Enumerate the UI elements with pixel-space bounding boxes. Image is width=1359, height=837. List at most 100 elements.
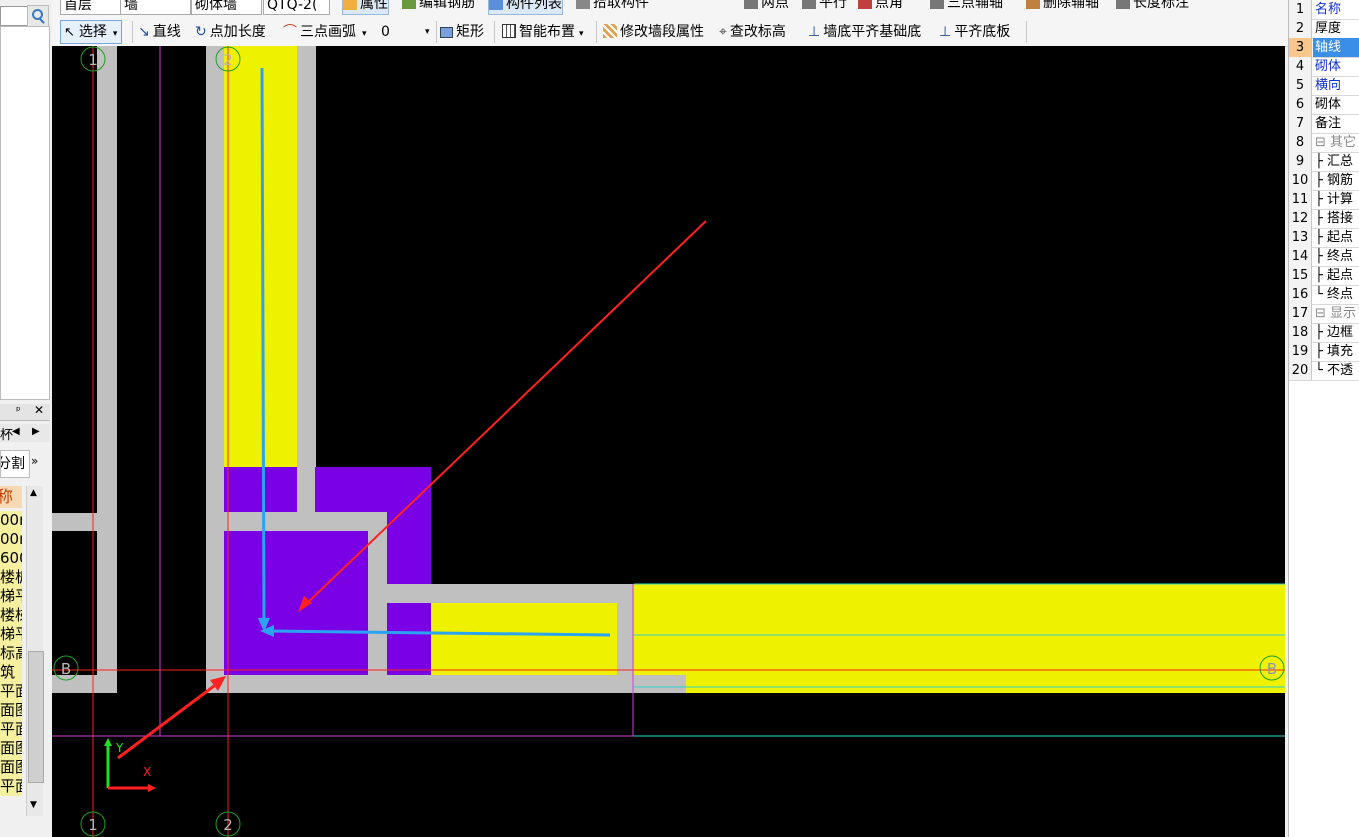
property-row[interactable]: 8 ⊟ 其它 [1289,133,1359,153]
list-item[interactable]: 面图 [0,701,22,720]
axis-label-2-top: 2 [223,51,233,69]
property-row[interactable]: 12 ├ 搭接 [1289,209,1359,229]
check-elevation-button[interactable]: ⌖ 查改标高 [719,22,786,42]
property-name: ├ 终点 [1315,249,1353,264]
property-row[interactable]: 20 └ 不透 [1289,361,1359,381]
property-row[interactable]: 2 厚度 [1289,19,1359,39]
list-item[interactable]: 600 [0,549,22,568]
property-row[interactable]: 6 砌体 [1289,95,1359,115]
row-number: 14 [1289,247,1312,266]
attr-button[interactable]: 属性 [342,0,389,15]
property-row[interactable]: 10 ├ 钢筋 [1289,171,1359,191]
property-row[interactable]: 18 ├ 边框 [1289,323,1359,343]
list-item[interactable]: 梯平 [0,625,22,644]
point-length-button[interactable]: ↻ 点加长度 [195,22,266,42]
property-row[interactable]: 17 ⊟ 显示 [1289,304,1359,324]
drawing-canvas[interactable]: 1 2 1 2 B B Y X [52,46,1285,837]
tab-next-icon[interactable]: ▶ [32,426,40,437]
panel-header: ᵖ ✕ [0,403,50,421]
left-wall-stub [52,513,99,531]
two-points-button[interactable]: 两点 [744,0,789,13]
property-row[interactable]: 19 ├ 填充 [1289,342,1359,362]
panel-tabs: 杯 ◀ ▶ [0,424,50,443]
subtype-select[interactable]: 砌体墙 [191,0,262,15]
list-scrollbar[interactable]: ▲ ▼ [26,486,44,816]
list-item[interactable]: 楼板 [0,568,22,587]
toolbar-main: ↖ 选择 ▾ ↘ 直线 ↻ 点加长度 ⌒ 三点画弧 ▾ 0 ▾ 矩形 智能布置 ▾ 修改墙段属性… [52,18,1288,47]
three-point-arc-button[interactable]: ⌒ 三点画弧 ▾ [283,22,367,44]
pick-icon [576,0,590,9]
row-number: 20 [1289,361,1312,380]
angle-icon [858,0,872,9]
floor-select[interactable]: 首层 [60,0,121,15]
property-row[interactable]: 5 横向 [1289,76,1359,96]
row-number: 6 [1289,95,1312,114]
row-number: 10 [1289,171,1312,190]
list-item[interactable]: 面图 [0,758,22,777]
arc-value-select[interactable]: 0 ▾ [381,22,431,42]
component-list-button[interactable]: 构件列表 [488,0,563,15]
list-item[interactable]: 平面 [0,777,22,796]
red-arrow-long [301,220,707,609]
flush-bottom-button[interactable]: ⊥ 平齐底板 [939,22,1010,42]
property-row[interactable]: 16 └ 终点 [1289,285,1359,305]
list-item[interactable]: 平面 [0,720,22,739]
component-select[interactable]: QTQ-2( [263,0,330,15]
type-select[interactable]: 墙 [120,0,191,15]
rect-button[interactable]: 矩形 [440,22,484,42]
length-mark-button[interactable]: 长度标注 [1116,0,1189,13]
point-angle-button[interactable]: 点角 [858,0,903,13]
property-row[interactable]: 1 名称 [1289,0,1359,20]
line-button[interactable]: ↘ 直线 [138,22,181,42]
property-row[interactable]: 3 轴线 [1289,38,1359,58]
chevron-down-icon: ▾ [112,29,118,39]
search-input[interactable] [0,6,28,26]
property-name: ├ 边框 [1315,325,1353,340]
property-row[interactable]: 4 砌体 [1289,57,1359,77]
axis-label-b-right: B [1267,660,1277,678]
property-grid: 1 名称 2 厚度 3 轴线 4 砌体 5 横向 6 砌体 7 备注 8 ⊟ 其它 9 ├ 汇总 10 ├ 钢筋 11 ├… [1288,0,1359,837]
property-name: ├ 起点 [1315,268,1353,283]
edit-rebar-button[interactable]: 编辑钢筋 [402,0,475,13]
three-point-aux-button[interactable]: 三点辅轴 [930,0,1003,13]
list-item[interactable]: 标高 [0,644,22,663]
row-number: 19 [1289,342,1312,361]
delete-aux-button[interactable]: 删除辅轴 [1026,0,1099,13]
wall-bottom-align-button[interactable]: ⊥ 墙底平齐基础底 [808,22,921,42]
align-icon: ⊥ [808,24,821,40]
tree-area [0,26,50,400]
list-item[interactable]: 筑 [0,663,22,682]
property-row[interactable]: 9 ├ 汇总 [1289,152,1359,172]
list-item[interactable]: 00n [0,530,22,549]
property-row[interactable]: 14 ├ 终点 [1289,247,1359,267]
row-number: 16 [1289,285,1312,304]
property-row[interactable]: 11 ├ 计算 [1289,190,1359,210]
modify-wall-attr-button[interactable]: 修改墙段属性 [603,22,704,42]
pick-component-button[interactable]: 拾取构件 [576,0,649,13]
list-item[interactable]: 平面 [0,682,22,701]
grid-icon [502,24,516,38]
tab-prev-icon[interactable]: ◀ [12,426,20,437]
row-number: 13 [1289,228,1312,247]
property-name: └ 终点 [1315,287,1353,302]
property-row[interactable]: 13 ├ 起点 [1289,228,1359,248]
axis-label-b-left: B [61,660,71,678]
property-row[interactable]: 15 ├ 起点 [1289,266,1359,286]
row-number: 17 [1289,304,1312,323]
parallel-button[interactable]: 平行 [802,0,847,13]
more-icon[interactable]: » [31,450,45,476]
select-label[interactable]: ↖ 选择 ▾ [64,22,117,44]
list-item[interactable]: 00n [0,511,22,530]
list-item[interactable]: 面图 [0,739,22,758]
close-icon[interactable]: ✕ [34,403,44,417]
row-number: 3 [1289,38,1312,57]
split-button[interactable]: 分割 [0,450,30,478]
list-item[interactable]: 楼梯 [0,606,22,625]
property-name: ├ 填充 [1315,344,1353,359]
property-row[interactable]: 7 备注 [1289,114,1359,134]
search-button[interactable] [27,5,49,27]
list-item[interactable]: 梯平 [0,587,22,606]
property-name: └ 不透 [1315,363,1353,378]
pin-icon[interactable]: ᵖ [16,404,21,417]
smart-layout-button[interactable]: 智能布置 ▾ [502,22,584,44]
